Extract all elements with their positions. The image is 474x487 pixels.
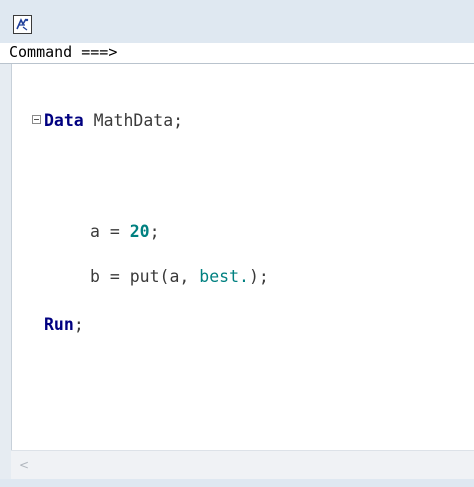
collapse-minus-icon[interactable] bbox=[32, 115, 41, 124]
code-line-run-statement[interactable]: Run; bbox=[44, 314, 84, 336]
code-line-data-statement[interactable]: Data MathData; bbox=[44, 110, 183, 132]
assign-b-suffix: ); bbox=[248, 267, 269, 286]
number-literal: 20 bbox=[129, 222, 150, 241]
code-editor[interactable]: Data MathData; a = 20; b = put(a, best.)… bbox=[11, 64, 474, 479]
window-title-bar bbox=[0, 0, 474, 44]
command-label: Command ===> bbox=[9, 43, 118, 61]
assign-b-prefix: b = put(a, bbox=[90, 267, 200, 286]
format-name: best. bbox=[199, 267, 249, 286]
code-line-assign-b[interactable]: b = put(a, best.); bbox=[90, 266, 269, 288]
assign-a-prefix: a = bbox=[90, 222, 130, 241]
horizontal-scrollbar[interactable]: < bbox=[11, 450, 474, 480]
window-bottom-border bbox=[0, 479, 474, 487]
dataset-name: MathData; bbox=[83, 111, 184, 130]
code-line-assign-a[interactable]: a = 20; bbox=[90, 221, 160, 243]
keyword-run: Run bbox=[44, 315, 74, 334]
assign-a-suffix: ; bbox=[149, 222, 160, 241]
scroll-left-arrow-icon[interactable]: < bbox=[19, 459, 29, 471]
sas-program-icon[interactable] bbox=[13, 15, 32, 34]
command-bar[interactable]: Command ===> bbox=[0, 43, 474, 64]
keyword-data: Data bbox=[44, 111, 84, 130]
run-suffix: ; bbox=[73, 315, 84, 334]
